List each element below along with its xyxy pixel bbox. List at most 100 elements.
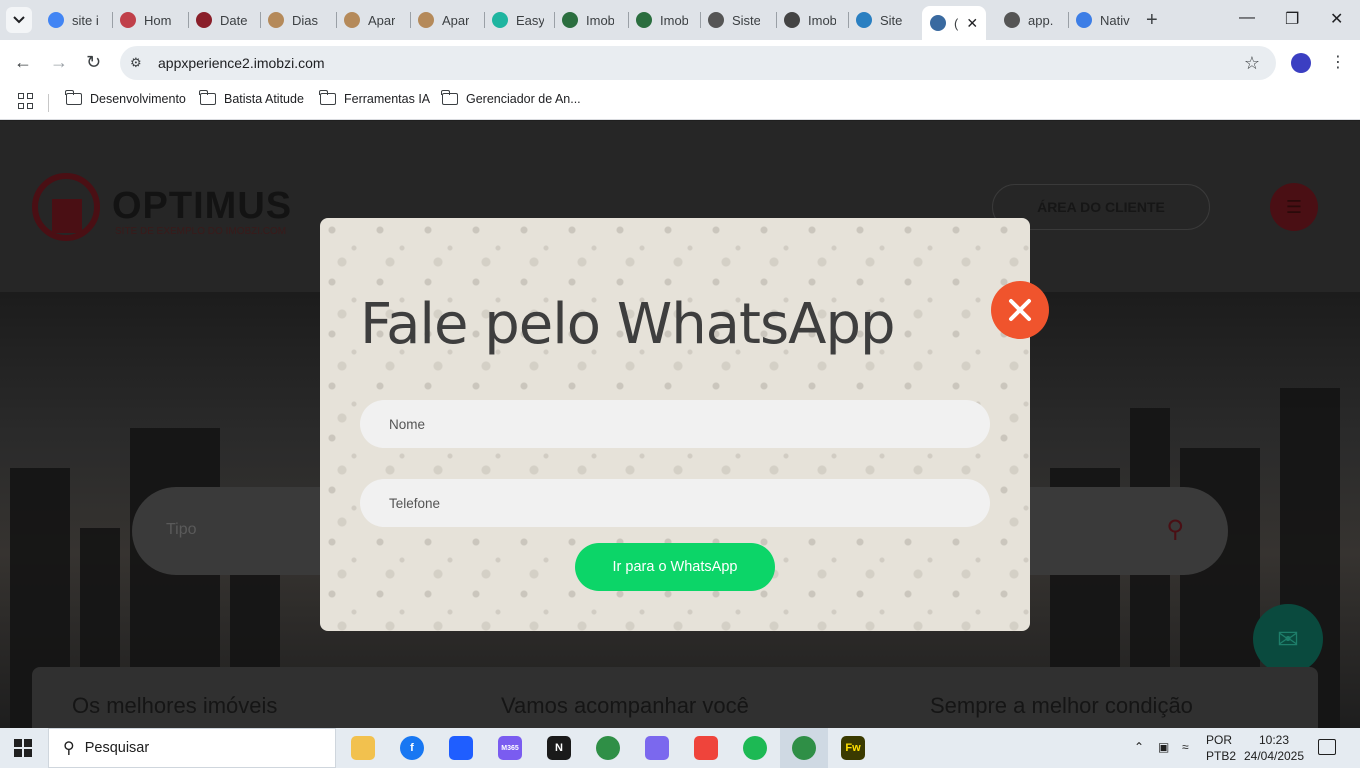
hamburger-menu-icon[interactable]: ☰ [1270,183,1318,231]
tab-favicon-icon [636,12,652,28]
close-modal-button[interactable] [991,281,1049,339]
tab-title: Easy [516,12,544,28]
tab-title: Siste [732,12,760,28]
search-icon[interactable]: ⚲ [1166,515,1184,544]
close-window-icon[interactable]: ✕ [1330,9,1343,29]
browser-tab[interactable]: Apar [344,6,395,34]
site-info-icon[interactable]: ⚙ [130,55,150,71]
tab-separator [848,12,849,28]
tab-search-button[interactable] [6,7,32,33]
browser-tab[interactable]: Imob [562,6,614,34]
apps-grid-icon[interactable] [18,93,34,109]
restore-icon[interactable]: ❐ [1285,9,1299,29]
file-explorer-icon[interactable] [351,736,375,760]
browser-tab[interactable]: Siste [708,6,760,34]
tab-favicon-icon [708,12,724,28]
spotify-icon[interactable] [743,736,767,760]
tab-favicon-icon [492,12,508,28]
tab-favicon-icon [784,12,800,28]
bookmark-star-icon[interactable]: ☆ [1244,53,1260,74]
close-icon [1009,299,1031,321]
chat-bubble-icon[interactable]: ✉ [1253,604,1323,674]
tab-title: app. [1028,12,1054,28]
browser-tab[interactable]: Hom [120,6,171,34]
browser-tab[interactable]: Site [856,6,902,34]
meet-now-icon[interactable]: ▣ [1158,740,1169,754]
facebook-icon[interactable]: f [400,736,424,760]
reload-icon[interactable]: ↻ [86,52,101,73]
anydesk-icon[interactable] [694,736,718,760]
browser-tab[interactable]: Easy [492,6,544,34]
browser-tab[interactable]: site i [48,6,99,34]
browser-tab[interactable]: Imob [784,6,836,34]
wifi-icon[interactable]: ≈ [1182,740,1189,754]
new-tab-button[interactable]: + [1146,9,1158,32]
tab-favicon-icon [1076,12,1092,28]
browser-tab[interactable]: Imob [636,6,688,34]
chrome-profile-icon[interactable] [792,736,816,760]
tab-title: Imob [660,12,688,28]
property-type-select[interactable]: Tipo [166,521,197,539]
keyboard-layout: PTB2 [1206,749,1237,763]
tab-separator [336,12,337,28]
chrome-icon[interactable] [596,736,620,760]
notion-icon[interactable]: N [547,736,571,760]
tab-favicon-icon [856,12,872,28]
tab-separator [1068,12,1069,28]
close-tab-icon[interactable]: ✕ [966,15,978,32]
m365-icon[interactable]: M365 [498,736,522,760]
modal-title: Fale pelo WhatsApp [360,292,896,357]
tab-favicon-icon [120,12,136,28]
clickup-icon[interactable] [645,736,669,760]
tab-separator [188,12,189,28]
browser-tab[interactable]: Dias [268,6,318,34]
site-logo-subtitle: SITE DE EXEMPLO DO IMOBZI.COM [115,226,287,237]
language-indicator[interactable]: POR PTB2 [1206,732,1236,764]
browser-menu-icon[interactable]: ⋮ [1330,52,1346,72]
tab-title: Apar [368,12,396,28]
name-input[interactable] [360,400,990,448]
search-icon: ⚲ [63,740,75,757]
tab-title: Hom [144,12,172,28]
dropbox-icon[interactable] [449,736,473,760]
back-icon[interactable]: ← [14,52,32,73]
chevron-down-icon [13,16,25,24]
fireworks-icon[interactable]: Fw [841,736,865,760]
site-logo[interactable]: OPTIMUS [112,185,292,228]
tab-favicon-icon [48,12,64,28]
browser-tab[interactable]: Apar [418,6,469,34]
browser-tab[interactable]: app. [1004,6,1053,34]
tab-separator [554,12,555,28]
browser-tab[interactable]: Date [196,6,247,34]
minimize-icon[interactable]: — [1239,9,1255,27]
tab-favicon-icon [418,12,434,28]
url-text[interactable]: appxperience2.imobzi.com [158,55,325,71]
go-to-whatsapp-button[interactable]: Ir para o WhatsApp [575,543,775,591]
tab-favicon-icon [930,15,946,31]
bookmark-folder[interactable]: Gerenciador de An... [441,90,581,106]
bookmark-folder[interactable]: Ferramentas IA [319,90,430,106]
bookmark-folder[interactable]: Desenvolvimento [65,90,186,106]
feature-heading: Vamos acompanhar você [501,693,749,718]
windows-start-icon[interactable] [14,739,32,757]
profile-avatar[interactable] [1291,53,1311,73]
taskbar-search[interactable]: ⚲ Pesquisar [48,728,336,768]
tab-title: Apar [442,12,470,28]
phone-input[interactable] [360,479,990,527]
folder-icon [319,90,336,105]
browser-tab[interactable]: Nativ [1076,6,1130,34]
tab-title: Date [220,12,248,28]
show-hidden-icons-icon[interactable]: ⌃ [1134,740,1144,754]
whatsapp-modal: Fale pelo WhatsApp Ir para o WhatsApp [320,218,1030,631]
tab-separator [700,12,701,28]
tab-strip: site i Hom Date Dias Apar Apar Easy Imob Imob Sis… [0,0,1360,40]
forward-icon[interactable]: → [50,52,68,73]
browser-tab[interactable]: (✕ [922,6,987,40]
system-clock[interactable]: 10:23 24/04/2025 [1243,732,1305,764]
notifications-icon[interactable] [1318,739,1336,755]
folder-icon [199,90,216,105]
address-bar[interactable]: ⚙ appxperience2.imobzi.com ☆ [120,46,1276,80]
tab-favicon-icon [1004,12,1020,28]
tab-favicon-icon [562,12,578,28]
bookmark-folder[interactable]: Batista Atitude [199,90,304,106]
